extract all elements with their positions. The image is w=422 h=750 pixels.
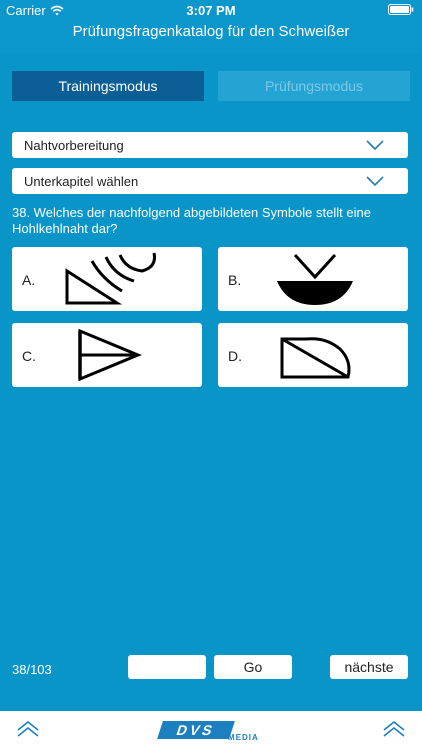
chevron-down-icon xyxy=(366,140,384,150)
answer-option-d[interactable]: D. xyxy=(218,323,408,387)
question-counter: 38/103 xyxy=(12,662,52,677)
flag-triangle-symbol xyxy=(78,328,142,382)
dvs-media-logo: DVS MEDIA xyxy=(157,721,268,745)
exam-mode-button[interactable]: Prüfungsmodus xyxy=(218,71,410,101)
status-bar: Carrier 3:07 PM xyxy=(0,0,422,20)
answer-option-b[interactable]: B. xyxy=(218,247,408,311)
question-text: 38. Welches der nachfolgend abgebildeten… xyxy=(12,205,371,236)
battery-icon xyxy=(388,4,414,15)
page-title: Prüfungsfragenkatalog für den Schweißer xyxy=(72,23,350,40)
subchapter-select[interactable]: Unterkapitel wählen xyxy=(12,168,408,194)
answer-letter: D. xyxy=(228,348,242,364)
next-button[interactable]: nächste xyxy=(330,655,408,679)
logo-letters: DVS xyxy=(157,721,235,739)
answer-option-a[interactable]: A. xyxy=(12,247,202,311)
footer-bar: DVS MEDIA xyxy=(0,711,422,750)
chapter-select-value: Nahtvorbereitung xyxy=(24,137,124,153)
training-mode-button[interactable]: Trainingsmodus xyxy=(12,71,204,101)
answer-option-c[interactable]: C. xyxy=(12,323,202,387)
chevron-up-icon[interactable] xyxy=(382,720,406,738)
fillet-weld-with-arcs-symbol xyxy=(65,252,156,305)
answer-letter: A. xyxy=(22,272,36,288)
go-button[interactable]: Go xyxy=(214,655,292,679)
answer-letter: C. xyxy=(22,348,36,364)
chapter-select[interactable]: Nahtvorbereitung xyxy=(12,132,408,158)
bowl-with-v-symbol xyxy=(277,253,353,305)
answer-letter: B. xyxy=(228,272,242,288)
rounded-fillet-symbol xyxy=(280,337,351,379)
subchapter-select-value: Unterkapitel wählen xyxy=(24,173,139,189)
status-time: 3:07 PM xyxy=(186,3,236,18)
chevron-down-icon xyxy=(366,176,384,186)
chevron-up-icon[interactable] xyxy=(16,720,40,738)
logo-media: MEDIA xyxy=(228,733,259,742)
question-number-input[interactable] xyxy=(128,655,206,679)
